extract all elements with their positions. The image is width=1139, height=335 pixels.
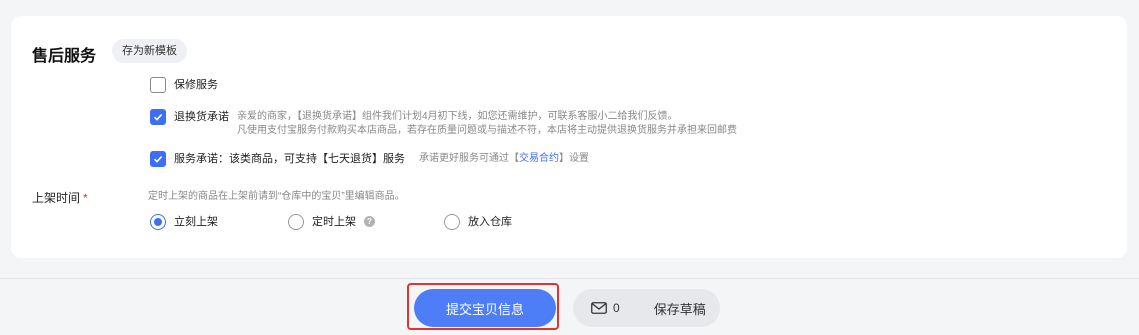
- footer-bar: [0, 278, 1139, 335]
- after-sales-card: 售后服务 存为新模板 保修服务 退换货承诺 亲爱的商家，【退换货承诺】组件我们计…: [11, 16, 1127, 258]
- return-hint-line1: 亲爱的商家，【退换货承诺】组件我们计划4月初下线，如您还需维护，可联系客服小二给…: [237, 111, 678, 122]
- trade-contract-link[interactable]: 交易合约: [519, 153, 559, 164]
- draft-count: 0: [613, 301, 620, 315]
- warranty-label: 保修服务: [174, 79, 218, 91]
- warranty-checkbox[interactable]: [150, 77, 166, 93]
- return-hint-line2: 凡使用支付宝服务付款购买本店商品，若存在质量问题或与描述不符，本店将主动提供退换…: [237, 125, 737, 136]
- required-mark: *: [83, 191, 88, 205]
- put-in-warehouse-label: 放入仓库: [468, 216, 512, 228]
- section-title: 售后服务: [32, 48, 97, 65]
- list-scheduled-label: 定时上架: [312, 216, 356, 228]
- listing-option-warehouse[interactable]: 放入仓库: [444, 214, 512, 230]
- help-icon[interactable]: ?: [364, 216, 375, 227]
- envelope-icon: [591, 302, 607, 314]
- put-in-warehouse-radio[interactable]: [444, 214, 460, 230]
- list-scheduled-radio[interactable]: [288, 214, 304, 230]
- listing-option-scheduled[interactable]: 定时上架 ?: [288, 214, 375, 230]
- service-seven-day-row: 服务承诺：该类商品，可支持【七天退货】服务 承诺更好服务可通过【交易合约】设置: [150, 151, 589, 167]
- listing-time-hint: 定时上架的商品在上架前请到“仓库中的宝贝”里编辑商品。: [148, 191, 405, 202]
- seven-day-hint-suffix: 】设置: [559, 153, 589, 164]
- seven-day-hint: 承诺更好服务可通过【交易合约】设置: [419, 151, 589, 167]
- submit-item-button[interactable]: 提交宝贝信息: [414, 289, 556, 327]
- service-warranty-row: 保修服务: [150, 77, 218, 93]
- save-draft-button[interactable]: 0 保存草稿: [573, 289, 720, 327]
- return-promise-label: 退换货承诺: [174, 111, 229, 123]
- save-as-template-button[interactable]: 存为新模板: [112, 39, 187, 63]
- return-promise-checkbox[interactable]: [150, 109, 166, 125]
- listing-option-now[interactable]: 立刻上架: [150, 214, 218, 230]
- listing-time-label: 上架时间 *: [32, 189, 88, 206]
- listing-time-text: 上架时间: [32, 191, 81, 205]
- list-now-label: 立刻上架: [174, 216, 218, 228]
- service-return-row: 退换货承诺 亲爱的商家，【退换货承诺】组件我们计划4月初下线，如您还需维护，可联…: [150, 109, 737, 138]
- return-promise-hint: 亲爱的商家，【退换货承诺】组件我们计划4月初下线，如您还需维护，可联系客服小二给…: [237, 110, 737, 138]
- seven-day-hint-prefix: 承诺更好服务可通过【: [419, 153, 519, 164]
- list-now-radio[interactable]: [150, 214, 166, 230]
- save-draft-label: 保存草稿: [653, 301, 706, 317]
- seven-day-return-checkbox[interactable]: [150, 151, 166, 167]
- seven-day-return-label: 服务承诺：该类商品，可支持【七天退货】服务: [174, 153, 405, 165]
